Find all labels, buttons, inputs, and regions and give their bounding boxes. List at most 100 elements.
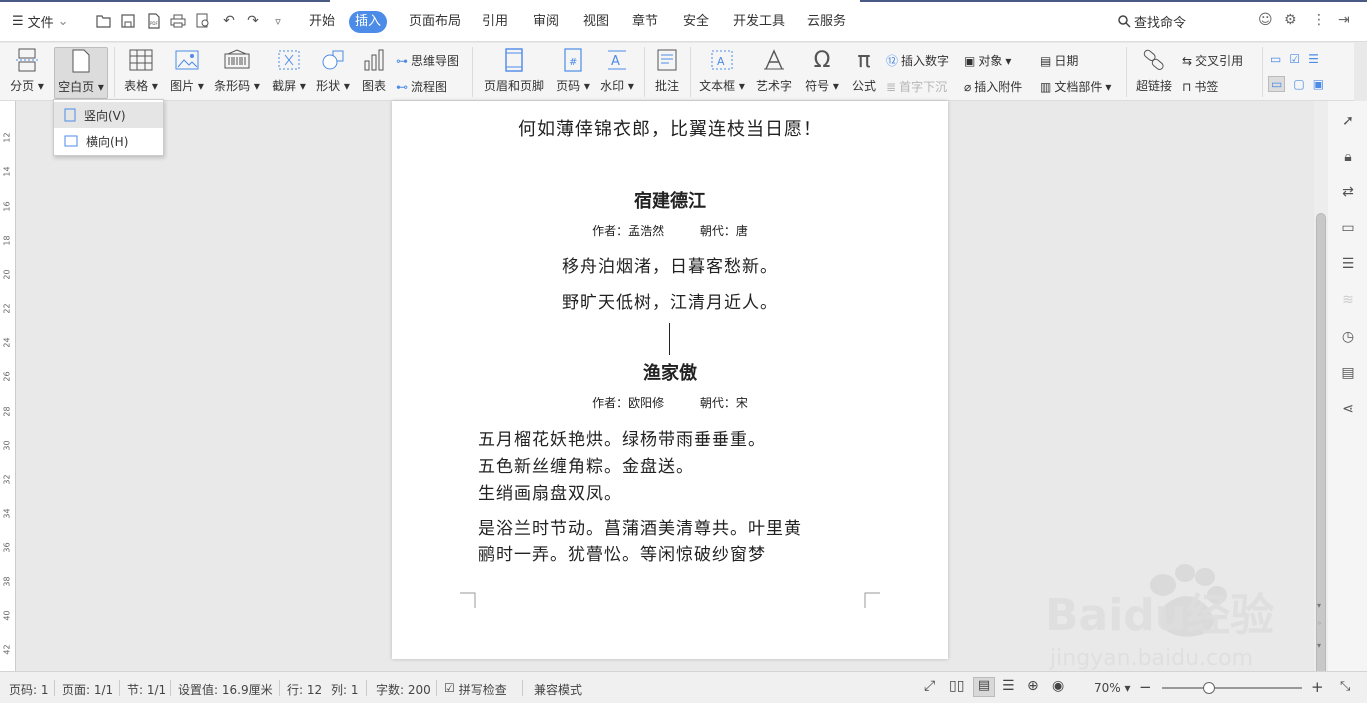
ruler-tick: 18 — [2, 235, 12, 246]
share-icon[interactable]: ⋖ — [1338, 399, 1358, 419]
web-view-icon[interactable]: ⊕ — [1027, 678, 1039, 694]
tab-security[interactable]: 安全 — [677, 11, 715, 33]
document-page[interactable]: 何如薄倖锦衣郎，比翼连枝当日愿！ 宿建德江 作者：孟浩然 朝代：唐 移舟泊烟渚，… — [392, 101, 948, 659]
poem-line: 五色新丝缠角粽。金盘送。 — [478, 457, 694, 477]
divider — [690, 47, 691, 97]
tab-references[interactable]: 引用 — [476, 11, 514, 33]
date-button[interactable]: ▤ 日期 — [1040, 52, 1078, 69]
equation-button[interactable]: π 公式 — [850, 47, 878, 94]
chart-button[interactable]: 图表 — [360, 47, 388, 94]
page-break-button[interactable]: 分页 ▾ — [10, 47, 44, 94]
tab-insert[interactable]: 插入 — [349, 11, 388, 33]
status-page[interactable]: 页码: 1 — [9, 681, 49, 698]
lock-icon[interactable]: 🔒︎ — [1338, 147, 1358, 167]
command-search-label: 查找命令 — [1134, 16, 1187, 31]
status-pages[interactable]: 页面: 1/1 — [62, 681, 113, 698]
customize-chevron-icon[interactable]: ▿ — [268, 11, 288, 31]
fullscreen-icon[interactable]: ⤢ — [924, 678, 935, 694]
status-section[interactable]: 节: 1/1 — [127, 681, 166, 698]
save-icon[interactable] — [118, 11, 138, 31]
page-view-icon[interactable]: ▤ — [973, 677, 995, 697]
vertical-scrollbar[interactable]: ▾ ◦ ▾ — [1314, 101, 1328, 698]
insert-number-button[interactable]: ⑫ 插入数字 — [886, 52, 949, 69]
zoom-level[interactable]: 70% ▾ — [1094, 681, 1131, 695]
spellcheck-button[interactable]: ☑ 拼写检查 — [444, 681, 507, 698]
blank-page-button[interactable]: 空白页 ▾ — [54, 47, 108, 99]
tab-home[interactable]: 开始 — [303, 11, 341, 33]
textbox-button[interactable]: A 文本框 ▾ — [698, 47, 746, 94]
status-setting[interactable]: 设置值: 16.9厘米 — [178, 681, 273, 698]
archive-icon[interactable]: ▭ — [1338, 218, 1358, 238]
zoom-level-value: 70% — [1094, 681, 1121, 695]
format-icon[interactable]: ≋ — [1338, 290, 1358, 310]
smiley-icon[interactable]: ☺ — [1258, 12, 1273, 28]
tab-page-layout[interactable]: 页面布局 — [403, 11, 467, 33]
share-edit-icon[interactable]: ⇄ — [1338, 182, 1358, 202]
cursor-icon[interactable]: ➚ — [1338, 111, 1358, 131]
shape-button[interactable]: 形状 ▾ — [314, 47, 352, 94]
screenshot-button[interactable]: 截屏 ▾ — [270, 47, 308, 94]
wordart-button[interactable]: 艺术字 — [754, 47, 794, 94]
flowchart-button[interactable]: ⊷ 流程图 — [396, 78, 447, 95]
bookmark-button[interactable]: ⊓ 书签 — [1182, 78, 1218, 95]
next-page-icon[interactable]: ▾ — [1317, 641, 1321, 650]
doc-parts-button[interactable]: ▥ 文档部件 ▾ — [1040, 78, 1111, 95]
tab-section[interactable]: 章节 — [626, 11, 664, 33]
landscape-option[interactable]: 横向(H) — [54, 128, 163, 154]
zoom-slider-handle[interactable] — [1203, 682, 1215, 694]
print-icon[interactable] — [168, 11, 188, 31]
ruler-tick: 16 — [2, 201, 12, 212]
pi-icon: π — [857, 47, 871, 73]
document-icon[interactable]: ▤ — [1338, 363, 1358, 383]
spellcheck-label: 拼写检查 — [458, 683, 507, 697]
command-search[interactable]: 查找命令 — [1118, 12, 1186, 31]
watermark-button[interactable]: A 水印 ▾ — [598, 47, 636, 94]
print-preview-icon[interactable] — [193, 11, 213, 31]
comment-button[interactable]: 批注 — [652, 47, 682, 94]
fit-window-icon[interactable]: ⤡ — [1340, 679, 1350, 694]
shape-icon — [319, 47, 347, 73]
gear-icon[interactable]: ⚙ — [1284, 12, 1297, 28]
object-button[interactable]: ▣ 对象 ▾ — [964, 52, 1011, 69]
barcode-button[interactable]: 条形码 ▾ — [214, 47, 260, 94]
header-footer-button[interactable]: 页眉和页脚 — [482, 47, 546, 94]
vertical-ruler: 12 14 16 18 20 22 24 26 28 30 32 34 36 3… — [0, 101, 16, 671]
hyperlink-button[interactable]: 超链接 — [1134, 47, 1174, 94]
zoom-slider[interactable] — [1162, 687, 1302, 689]
cross-reference-button[interactable]: ⇆ 交叉引用 — [1182, 52, 1243, 69]
layout-icon-row[interactable]: ▭ ▢ ▣ — [1268, 76, 1324, 92]
table-button[interactable]: 表格 ▾ — [122, 47, 160, 94]
tab-developer[interactable]: 开发工具 — [727, 11, 791, 33]
more-icon[interactable]: ⋮ — [1312, 12, 1326, 28]
symbol-button[interactable]: Ω 符号 ▾ — [804, 47, 840, 94]
scroll-down-icon[interactable]: ▾ — [1317, 601, 1321, 610]
status-col[interactable]: 列: 1 — [331, 681, 359, 698]
pin-icon[interactable]: ⇥ — [1338, 12, 1350, 28]
insert-attachment-button[interactable]: ⌀ 插入附件 — [964, 78, 1022, 95]
tab-view[interactable]: 视图 — [577, 11, 615, 33]
history-icon[interactable]: ◷ — [1338, 327, 1358, 347]
tab-cloud[interactable]: 云服务 — [801, 11, 852, 33]
undo-icon[interactable]: ↶ — [219, 11, 239, 31]
open-icon[interactable] — [94, 11, 114, 31]
layout-icon-row[interactable]: ▭ ☑ ☰ — [1270, 52, 1319, 66]
eye-protect-icon[interactable]: ◉ — [1052, 678, 1064, 694]
reading-view-icon[interactable]: ▯▯ — [949, 678, 964, 694]
status-row[interactable]: 行: 12 — [287, 681, 322, 698]
mindmap-button[interactable]: ⊶ 思维导图 — [396, 52, 459, 69]
picture-button[interactable]: 图片 ▾ — [168, 47, 206, 94]
portrait-option[interactable]: 竖向(V) — [54, 102, 163, 128]
file-menu[interactable]: ☰ 文件 ⌄ — [12, 10, 69, 32]
tab-review[interactable]: 审阅 — [527, 11, 565, 33]
paragraph-icon[interactable]: ☰ — [1338, 254, 1358, 274]
outline-view-icon[interactable]: ☰ — [1002, 678, 1015, 694]
pdf-icon[interactable]: PDF — [144, 11, 164, 31]
page-number-button[interactable]: # 页码 ▾ — [554, 47, 592, 94]
first-drop-button[interactable]: ≣ 首字下沉 — [886, 78, 947, 95]
prev-page-icon[interactable]: ◦ — [1317, 619, 1322, 628]
zoom-in-icon[interactable]: + — [1311, 678, 1324, 696]
zoom-out-icon[interactable]: − — [1139, 678, 1152, 696]
status-words[interactable]: 字数: 200 — [376, 681, 431, 698]
style-gallery-icon: ▭ — [1270, 52, 1282, 66]
redo-icon[interactable]: ↷ — [243, 11, 263, 31]
